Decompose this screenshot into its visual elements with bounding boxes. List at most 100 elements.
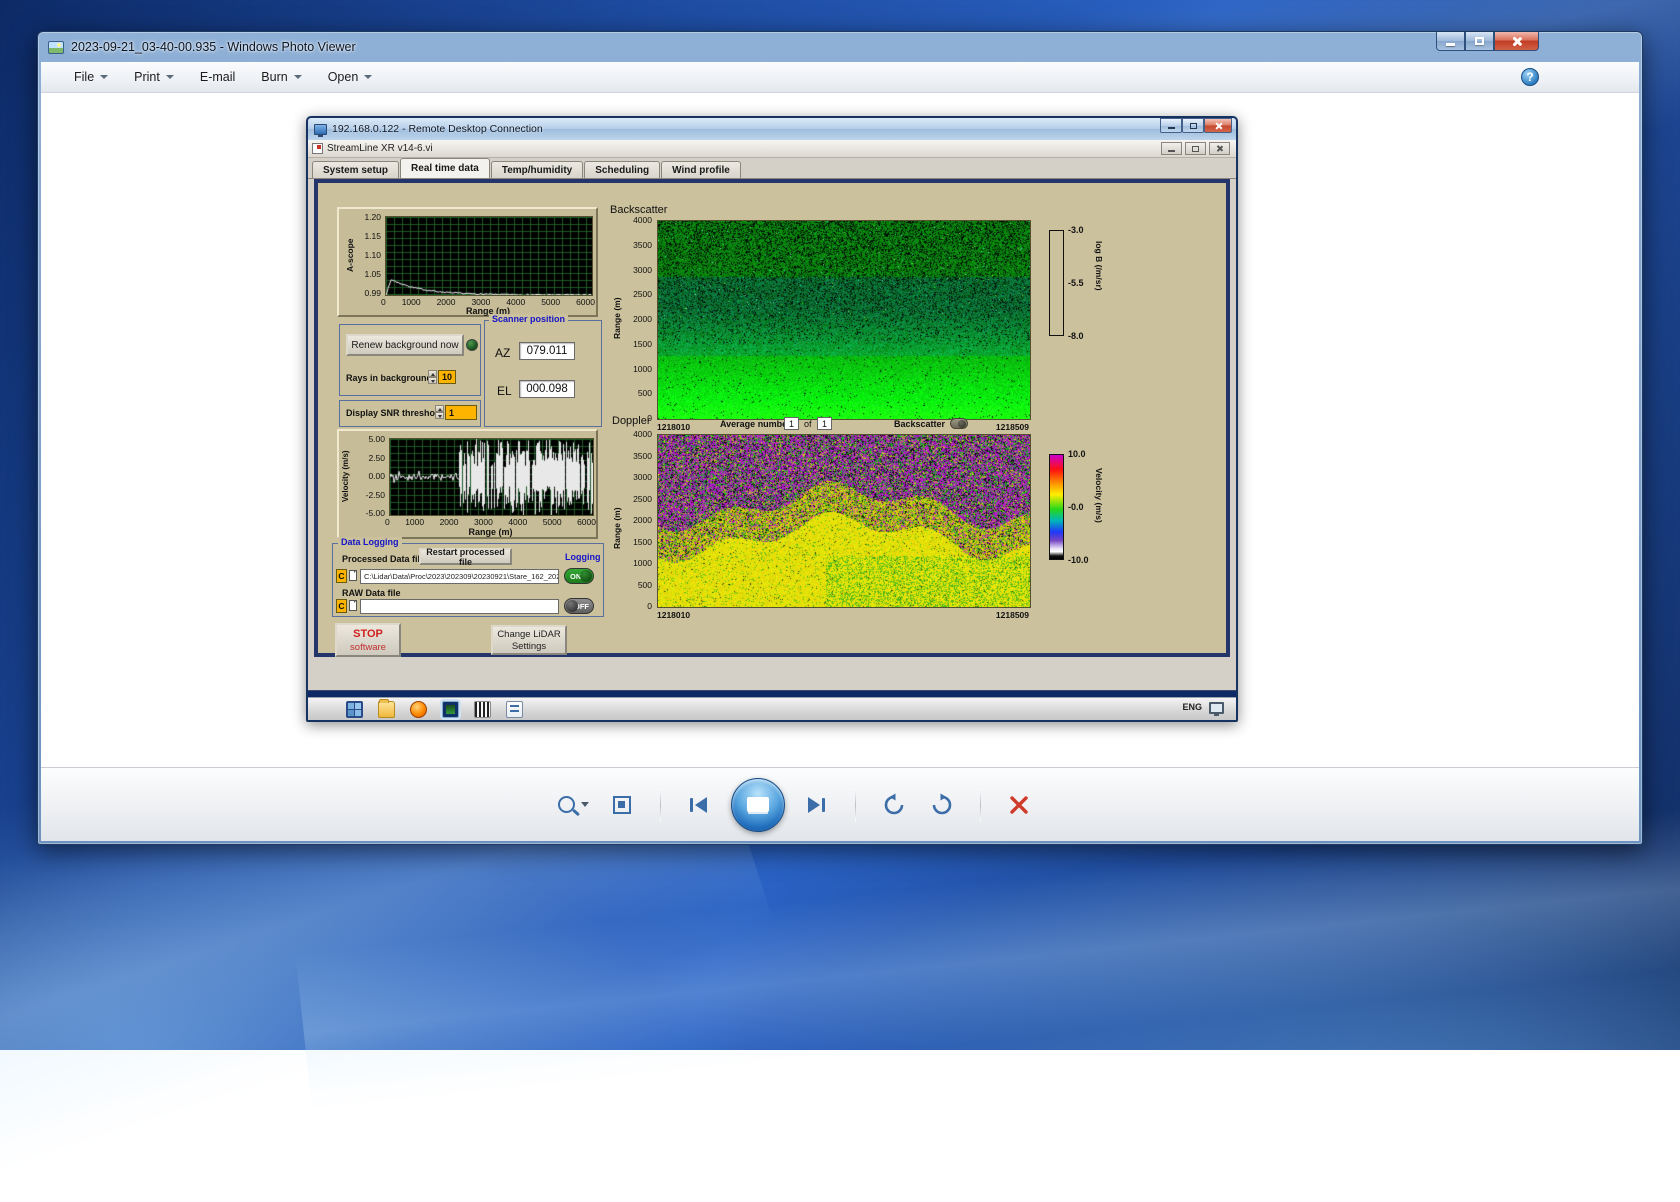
velocity-xticks: 0100020003000400050006000: [385, 517, 596, 527]
backscatter-ytick: 3000: [633, 265, 652, 275]
rotate-ccw-button[interactable]: [878, 787, 910, 823]
velocity-xtick: 3000: [474, 517, 493, 527]
backscatter-ytick: 3500: [633, 240, 652, 250]
vi-close-button[interactable]: [1209, 142, 1230, 155]
rdp-titlebar[interactable]: 192.168.0.122 - Remote Desktop Connectio…: [308, 118, 1236, 140]
rays-spinner[interactable]: [428, 370, 437, 384]
previous-icon: [695, 797, 707, 813]
menu-burn[interactable]: Burn: [248, 62, 314, 92]
backscatter-yticks: 40003500300025002000150010005000: [624, 215, 652, 423]
doppler-ytick: 1500: [633, 537, 652, 547]
help-button[interactable]: ?: [1521, 68, 1539, 86]
menu-print[interactable]: Print: [121, 62, 187, 92]
tab-real-time-data[interactable]: Real time data: [400, 158, 490, 178]
ascope-ytick: 1.20: [364, 212, 381, 222]
velocity-xtick: 5000: [543, 517, 562, 527]
processed-logging-toggle[interactable]: ON: [564, 568, 594, 584]
ascope-ytick: 1.05: [364, 269, 381, 279]
tab-system-setup[interactable]: System setup: [312, 161, 399, 178]
tab-temp-humidity[interactable]: Temp/humidity: [491, 161, 583, 178]
menu-email[interactable]: E-mail: [187, 62, 248, 92]
doppler-colorbar-label: Velocity (m/s): [1094, 468, 1104, 558]
menu-open[interactable]: Open: [315, 62, 386, 92]
menu-bar: File Print E-mail Burn Open ?: [41, 62, 1639, 93]
rdp-window-controls: [1160, 118, 1232, 133]
app-icon-barcode[interactable]: [474, 701, 491, 718]
zoom-button[interactable]: [558, 787, 590, 823]
ascope-chart: A-scope 1.201.151.101.050.99 01000200030…: [337, 207, 598, 317]
el-value-field[interactable]: 000.098: [519, 380, 575, 398]
scanner-position-title: Scanner position: [489, 314, 568, 324]
processed-drive-selector[interactable]: C: [336, 569, 347, 583]
raw-logging-toggle[interactable]: OFF: [564, 598, 594, 614]
language-indicator[interactable]: ENG: [1182, 702, 1202, 712]
backscatter-toggle[interactable]: [950, 418, 968, 429]
toolbar-separator: [660, 788, 661, 822]
vi-maximize-button[interactable]: [1185, 142, 1206, 155]
delete-button[interactable]: [1003, 787, 1035, 823]
photo-viewer-titlebar[interactable]: 2023-09-21_03-40-00.935 - Windows Photo …: [38, 32, 1642, 62]
rdp-maximize-button[interactable]: [1182, 118, 1204, 133]
file-icon: [349, 570, 357, 581]
change-lidar-settings-button[interactable]: Change LiDAR Settings: [491, 625, 567, 655]
app-icon-lines[interactable]: [506, 701, 523, 718]
rdp-close-button[interactable]: [1204, 118, 1232, 133]
actual-size-button[interactable]: [606, 787, 638, 823]
rotate-cw-button[interactable]: [926, 787, 958, 823]
doppler-cbtick: -10.0: [1068, 555, 1089, 565]
average-number-field[interactable]: 1: [784, 417, 799, 430]
backscatter-ytick: 1000: [633, 364, 652, 374]
processed-data-file-label: Processed Data file: [342, 554, 425, 564]
stop-software-button[interactable]: STOP software: [335, 623, 401, 657]
backscatter-ytick: 4000: [633, 215, 652, 225]
display-tray-icon[interactable]: [1209, 702, 1224, 714]
renew-background-button[interactable]: Renew background now: [346, 334, 464, 356]
minimize-button[interactable]: [1436, 32, 1465, 51]
restart-processed-file-button[interactable]: Restart processed file: [419, 548, 512, 565]
vi-minimize-button[interactable]: [1161, 142, 1182, 155]
minimize-icon: [1168, 150, 1175, 152]
wallpaper-streak: [295, 807, 1680, 1112]
rdp-minimize-button[interactable]: [1160, 118, 1182, 133]
velocity-chart: Velocity (m/s) 5.002.500.00-2.50-5.00 01…: [337, 429, 598, 539]
az-value-field[interactable]: 079.011: [519, 342, 575, 360]
backscatter-ytick: 2500: [633, 289, 652, 299]
ascope-plot: [385, 216, 593, 296]
rays-value-field[interactable]: 10: [438, 370, 456, 384]
snr-spinner[interactable]: [435, 405, 444, 419]
doppler-title: Doppler: [612, 415, 651, 427]
snr-group: Display SNR threshold 1: [339, 400, 481, 427]
backscatter-plot: [657, 220, 1031, 420]
backscatter-xend: 1218509: [996, 422, 1029, 432]
slideshow-icon: [747, 797, 769, 812]
tab-scheduling[interactable]: Scheduling: [584, 161, 660, 178]
velocity-xlabel: Range (m): [389, 527, 592, 537]
firefox-icon[interactable]: [410, 701, 427, 718]
maximize-button[interactable]: [1465, 32, 1494, 51]
spin-up-icon: [428, 370, 437, 377]
snr-value-field[interactable]: 1: [445, 405, 477, 420]
menu-file[interactable]: File: [61, 62, 121, 92]
average-total-field[interactable]: 1: [817, 417, 832, 430]
ascope-ytick: 1.15: [364, 231, 381, 241]
doppler-ytick: 4000: [633, 429, 652, 439]
start-menu-icon[interactable]: [346, 701, 363, 718]
file-explorer-icon[interactable]: [378, 701, 395, 718]
velocity-xtick: 4000: [508, 517, 527, 527]
streamline-titlebar[interactable]: StreamLine XR v14-6.vi: [308, 140, 1236, 158]
processed-path-field[interactable]: C:\Lidar\Data\Proc\2023\202309\20230921\…: [360, 569, 559, 584]
doppler-ytick: 500: [638, 580, 652, 590]
velocity-ytick: -2.50: [366, 490, 385, 500]
active-app-icon[interactable]: [442, 701, 459, 718]
close-button[interactable]: [1494, 32, 1539, 51]
background-group: Renew background now Rays in background …: [339, 324, 481, 396]
raw-drive-selector[interactable]: C: [336, 599, 347, 613]
maximize-icon: [1190, 123, 1197, 129]
raw-path-field[interactable]: [360, 599, 559, 614]
next-button[interactable]: [801, 787, 833, 823]
previous-button[interactable]: [683, 787, 715, 823]
rotate-ccw-icon: [882, 793, 906, 817]
tab-wind-profile[interactable]: Wind profile: [661, 161, 741, 178]
backscatter-ylabel: Range (m): [612, 273, 622, 363]
play-slideshow-button[interactable]: [731, 778, 785, 832]
